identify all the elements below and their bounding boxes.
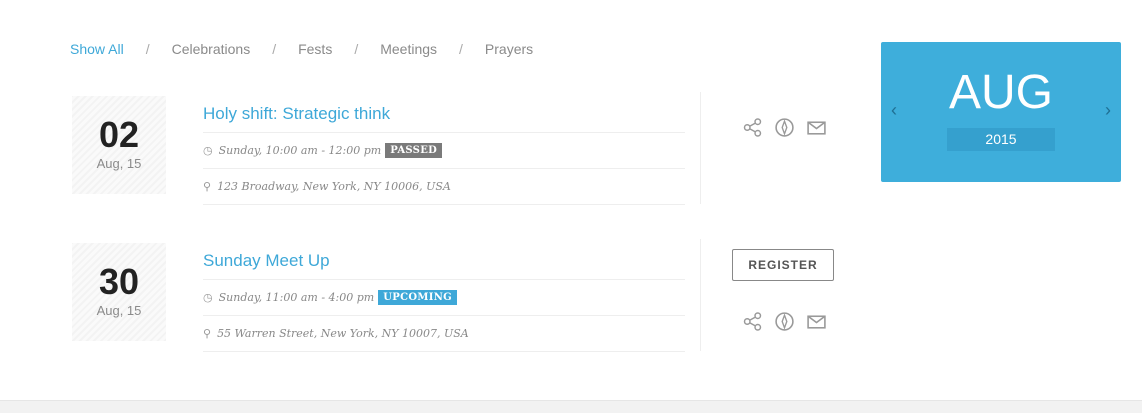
share-icon[interactable] [742,117,763,138]
event-info: Holy shift: Strategic think ◷ Sunday, 10… [203,96,685,205]
mail-icon[interactable] [806,311,827,332]
map-pin-icon: ⚲ [203,327,212,340]
event-title-link[interactable]: Sunday Meet Up [203,243,685,280]
share-icon[interactable] [742,311,763,332]
event-title-link[interactable]: Holy shift: Strategic think [203,96,685,133]
filter-separator: / [459,41,463,57]
filter-separator: / [272,41,277,57]
compass-icon[interactable] [774,311,795,332]
status-badge: PASSED [385,143,443,158]
event-date-box: 30 Aug, 15 [72,243,166,341]
chevron-left-icon[interactable]: ‹ [891,100,897,121]
footer-strip [0,400,1142,413]
divider [700,239,701,351]
calendar-month: AUG [948,66,1053,119]
share-icons [742,311,827,332]
share-icons [742,117,827,138]
event-address-row: ⚲ 123 Broadway, New York, NY 10006, USA [203,169,685,205]
register-button[interactable]: REGISTER [732,249,834,281]
event-info: Sunday Meet Up ◷ Sunday, 11:00 am - 4:00… [203,243,685,352]
filter-prayers[interactable]: Prayers [485,41,533,57]
chevron-right-icon[interactable]: › [1105,100,1111,121]
event-month: Aug, 15 [96,156,142,171]
event-day: 30 [98,261,140,302]
compass-icon[interactable] [774,117,795,138]
map-pin-icon: ⚲ [203,180,212,193]
event-address: 55 Warren Street, New York, NY 10007, US… [217,327,469,340]
filter-separator: / [145,41,150,57]
event-time-row: ◷ Sunday, 11:00 am - 4:00 pm UPCOMING [203,280,685,316]
event-day: 02 [98,114,140,155]
clock-icon: ◷ [203,144,213,157]
filter-separator: / [354,41,359,57]
event-address: 123 Broadway, New York, NY 10006, USA [217,180,451,193]
clock-icon: ◷ [203,291,213,304]
event-time: Sunday, 10:00 am - 12:00 pm [218,144,382,157]
divider [700,92,701,204]
event-time-row: ◷ Sunday, 10:00 am - 12:00 pm PASSED [203,133,685,169]
mail-icon[interactable] [806,117,827,138]
filter-fests[interactable]: Fests [298,41,332,57]
event-address-row: ⚲ 55 Warren Street, New York, NY 10007, … [203,316,685,352]
category-filter-bar: Show All / Celebrations / Fests / Meetin… [70,40,533,58]
event-time: Sunday, 11:00 am - 4:00 pm [218,291,375,304]
event-date-box: 02 Aug, 15 [72,96,166,194]
calendar-year: 2015 [947,128,1055,151]
event-month: Aug, 15 [96,303,142,318]
filter-show-all[interactable]: Show All [70,41,124,57]
status-badge: UPCOMING [378,290,457,305]
filter-celebrations[interactable]: Celebrations [172,41,251,57]
calendar-widget: ‹ AUG 2015 › [881,42,1121,182]
filter-meetings[interactable]: Meetings [380,41,437,57]
